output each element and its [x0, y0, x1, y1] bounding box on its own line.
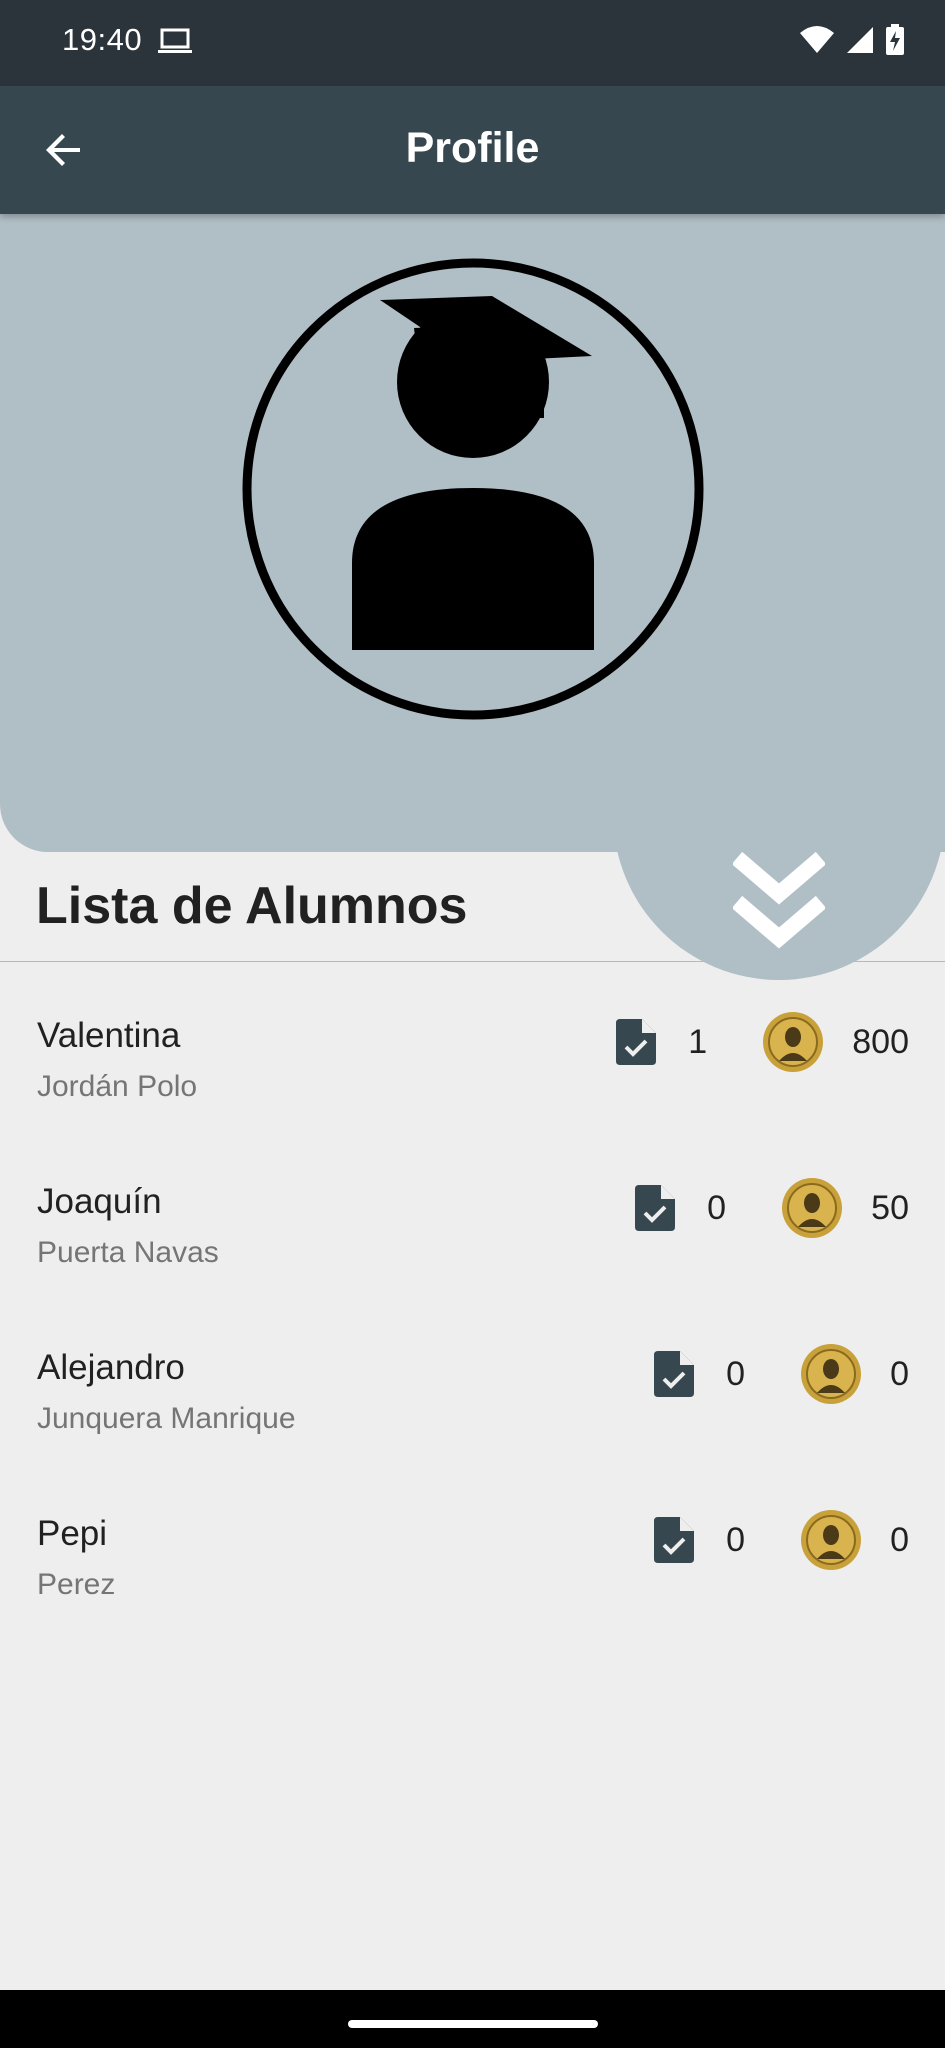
- student-name: Pepi: [37, 1514, 108, 1553]
- task-done-icon: [654, 1517, 695, 1563]
- gold-coin-icon: [801, 1510, 862, 1570]
- task-count: 0: [726, 1520, 745, 1559]
- student-list: Valentina Jordán Polo 1 800 Joaquín Puer…: [0, 962, 945, 1626]
- student-name: Valentina: [37, 1016, 181, 1055]
- task-done-icon: [654, 1351, 695, 1397]
- status-icons: [799, 24, 905, 56]
- gold-coin-icon: [782, 1178, 843, 1238]
- page-title: Profile: [405, 124, 540, 172]
- task-done-icon: [616, 1019, 657, 1065]
- list-title: Lista de Alumnos: [36, 877, 468, 935]
- student-name: Joaquín: [37, 1182, 162, 1221]
- battery-charging-icon: [886, 24, 904, 55]
- app-bar: Profile: [0, 86, 945, 214]
- student-stats: 1 800: [616, 1006, 909, 1078]
- status-bar: 19:40: [0, 0, 945, 86]
- student-row[interactable]: Pepi Perez 0 0: [0, 1460, 945, 1626]
- student-surname: Perez: [37, 1568, 116, 1601]
- task-count: 1: [688, 1022, 708, 1061]
- student-surname: Jordán Polo: [37, 1070, 198, 1103]
- student-stats: 0 0: [654, 1338, 909, 1410]
- navigation-bar: [0, 1990, 945, 2048]
- student-stats: 0 0: [654, 1504, 909, 1576]
- student-row[interactable]: Joaquín Puerta Navas 0 50: [0, 1128, 945, 1294]
- student-surname: Puerta Navas: [37, 1236, 219, 1269]
- double-chevron-down-icon: [731, 851, 827, 949]
- task-count: 0: [726, 1354, 745, 1393]
- task-done-icon: [635, 1185, 676, 1231]
- home-indicator[interactable]: [348, 2020, 598, 2028]
- wifi-icon: [800, 26, 834, 53]
- coin-count: 0: [890, 1520, 909, 1559]
- student-row[interactable]: Alejandro Junquera Manrique 0 0: [0, 1294, 945, 1460]
- student-surname: Junquera Manrique: [37, 1402, 296, 1435]
- coin-count: 800: [852, 1022, 909, 1061]
- coin-count: 0: [890, 1354, 909, 1393]
- signal-icon: [847, 27, 873, 53]
- task-count: 0: [707, 1188, 727, 1227]
- graduate-avatar-icon: [242, 258, 704, 720]
- student-stats: 0 50: [635, 1172, 909, 1244]
- gold-coin-icon: [763, 1012, 824, 1072]
- coin-count: 50: [871, 1188, 909, 1227]
- student-name: Alejandro: [37, 1348, 185, 1387]
- laptop-icon: [158, 28, 192, 53]
- status-time: 19:40: [62, 22, 143, 57]
- expand-button[interactable]: [731, 850, 827, 950]
- student-row[interactable]: Valentina Jordán Polo 1 800: [0, 962, 945, 1128]
- gold-coin-icon: [801, 1344, 862, 1404]
